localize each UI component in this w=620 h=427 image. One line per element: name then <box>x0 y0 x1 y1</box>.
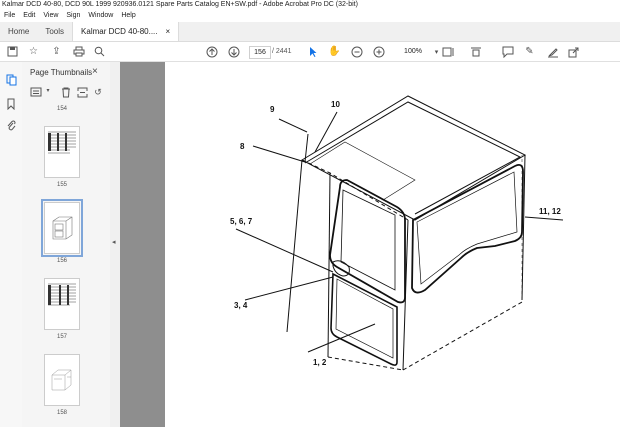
save-icon[interactable] <box>6 45 19 58</box>
extract-page-icon[interactable] <box>76 87 88 99</box>
options-dropdown-icon[interactable]: ▾ <box>42 87 54 99</box>
delete-page-icon[interactable] <box>60 87 72 99</box>
page-thumbnails-icon[interactable] <box>5 74 17 86</box>
menu-view[interactable]: View <box>43 10 58 22</box>
print-icon[interactable] <box>72 45 85 58</box>
options-icon[interactable] <box>30 87 42 99</box>
star-icon[interactable]: ☆ <box>27 45 40 58</box>
callout-5-6-7: 5, 6, 7 <box>230 217 253 226</box>
thumbnail-155[interactable] <box>44 126 80 178</box>
thumbnail-tools: ▾ ↺ <box>26 86 108 102</box>
thumbnail-list: 154 155 156 157 158 <box>22 104 110 427</box>
thumbnail-label-154: 154 <box>56 106 67 112</box>
attachment-icon[interactable] <box>5 120 17 132</box>
zoom-out-icon[interactable] <box>350 45 363 58</box>
thumbnail-label-158: 158 <box>56 410 67 416</box>
callout-8: 8 <box>240 142 245 151</box>
thumbnail-label-157: 157 <box>56 334 67 340</box>
panel-title: Page Thumbnails <box>30 68 93 77</box>
pen-icon[interactable]: ✎ <box>523 45 536 58</box>
upload-icon[interactable]: ⇪ <box>50 45 63 58</box>
menu-window[interactable]: Window <box>88 10 113 22</box>
highlight-icon[interactable] <box>546 45 559 58</box>
menu-edit[interactable]: Edit <box>23 10 35 22</box>
tab-document[interactable]: Kalmar DCD 40-80.... × <box>72 22 180 41</box>
callout-10: 10 <box>331 100 340 109</box>
share-icon[interactable] <box>567 45 580 58</box>
collapse-panel-icon[interactable]: ◂ <box>112 238 116 246</box>
tab-document-label: Kalmar DCD 40-80.... <box>81 27 158 36</box>
arrow-down-icon[interactable] <box>227 45 240 58</box>
tab-bar: Home Tools Kalmar DCD 40-80.... × <box>0 22 620 42</box>
arrow-up-icon[interactable] <box>205 45 218 58</box>
tab-tools[interactable]: Tools <box>37 22 72 41</box>
scroll-mode-icon[interactable] <box>469 45 482 58</box>
callout-3-4: 3, 4 <box>234 301 248 310</box>
callout-9: 9 <box>270 105 275 114</box>
comment-icon[interactable] <box>501 45 514 58</box>
tab-close-icon[interactable]: × <box>166 22 171 41</box>
zoom-in-icon[interactable] <box>372 45 385 58</box>
menu-sign[interactable]: Sign <box>66 10 80 22</box>
window-title: Kalmar DCD 40-80, DCD 90L 1999 920936.01… <box>0 0 620 10</box>
panel-splitter[interactable]: ◂ <box>110 62 120 427</box>
callout-11-12: 11, 12 <box>539 207 561 216</box>
main-toolbar: ☆ ⇪ 156 / 2441 ✋ 100% ▾ ✎ <box>0 42 620 62</box>
bookmark-icon[interactable] <box>5 98 17 111</box>
thumbnail-157[interactable] <box>44 278 80 330</box>
thumbnail-label-155: 155 <box>56 182 67 188</box>
fit-page-icon[interactable] <box>441 45 454 58</box>
zoom-level-select[interactable]: 100% <box>398 46 428 57</box>
thumbnail-label-156: 156 <box>56 258 67 264</box>
callout-1-2: 1, 2 <box>313 358 327 367</box>
search-icon[interactable] <box>93 45 106 58</box>
page-thumbnails-panel: Page Thumbnails × ▾ ↺ 154 155 156 157 15… <box>22 62 128 427</box>
menu-bar: File Edit View Sign Window Help <box>0 10 620 22</box>
menu-help[interactable]: Help <box>121 10 135 22</box>
left-navigation-rail <box>0 62 23 427</box>
document-page: 9 10 8 5, 6, 7 11, 12 3, 4 1, 2 <box>165 62 620 427</box>
rotate-page-icon[interactable]: ↺ <box>92 87 104 99</box>
pointer-icon[interactable] <box>306 45 319 58</box>
menu-file[interactable]: File <box>4 10 15 22</box>
panel-close-icon[interactable]: × <box>92 66 98 77</box>
hand-icon[interactable]: ✋ <box>328 45 341 58</box>
tab-home[interactable]: Home <box>0 22 37 41</box>
cab-exploded-drawing <box>235 95 564 371</box>
thumbnail-156[interactable] <box>41 199 83 257</box>
thumbnail-158[interactable] <box>44 354 80 406</box>
page-number-input[interactable]: 156 <box>249 46 271 59</box>
page-total: / 2441 <box>272 48 292 55</box>
